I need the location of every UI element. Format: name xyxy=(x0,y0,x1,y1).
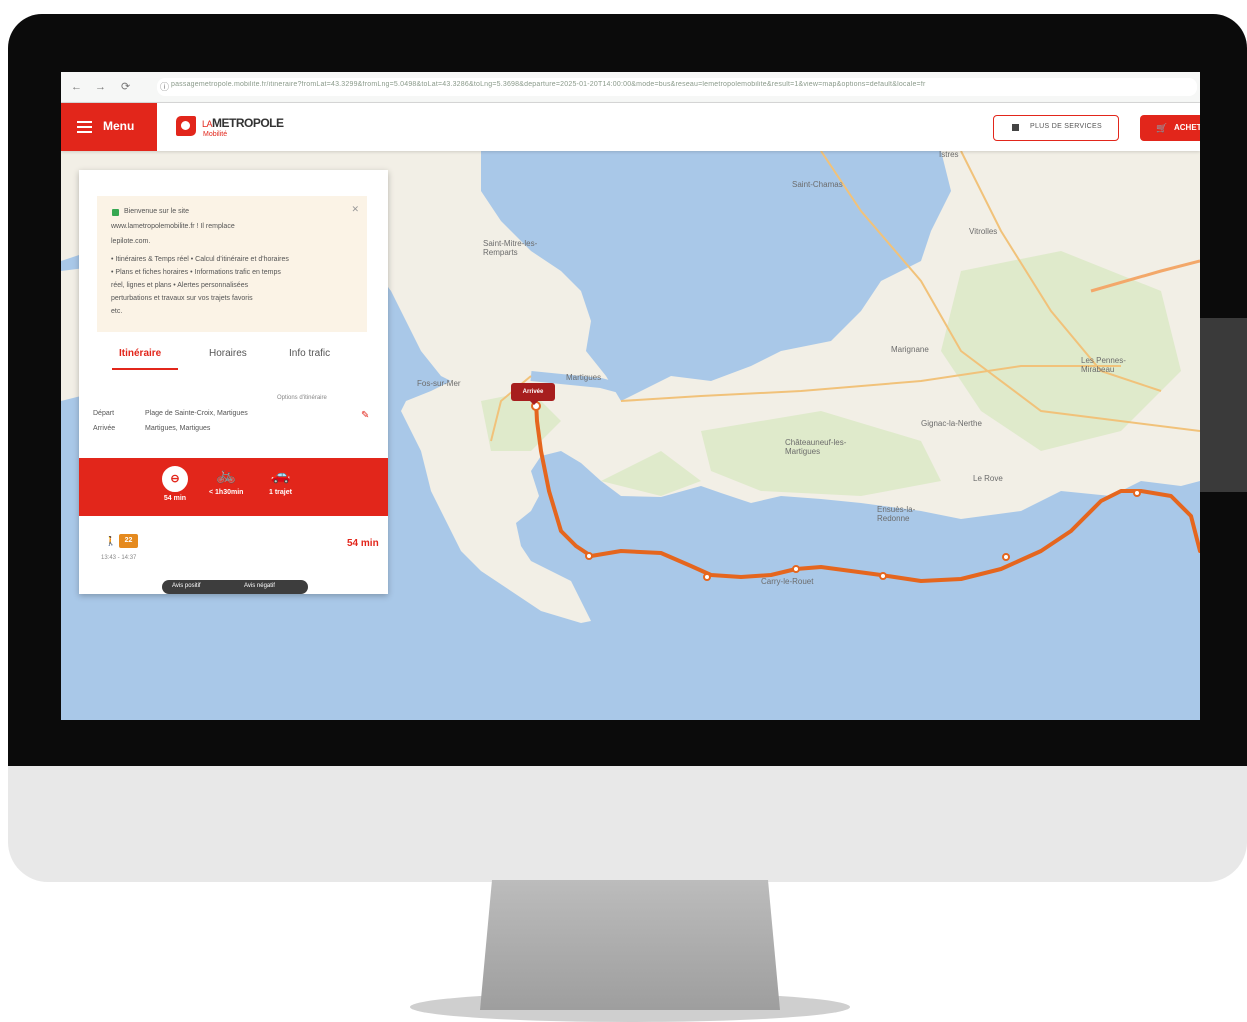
logo-text: LAMETROPOLE xyxy=(202,116,284,130)
map-label: Marignane xyxy=(891,345,929,354)
mode-car[interactable]: 🚗 1 trajet xyxy=(269,466,292,496)
departure-row[interactable]: Départ Plage de Sainte-Croix, Martigues xyxy=(93,410,248,417)
result-duration: 54 min xyxy=(347,538,379,549)
map-label: Fos-sur-Mer xyxy=(417,379,461,388)
logo-mark xyxy=(176,116,196,136)
services-button[interactable]: PLUS DE SERVICES xyxy=(993,115,1119,141)
back-icon[interactable]: ← xyxy=(71,79,82,95)
departure-label: Départ xyxy=(93,410,115,417)
map-label: Châteauneuf-les-Martigues xyxy=(785,438,847,456)
bike-icon: 🚲 xyxy=(216,467,237,484)
departure-value: Plage de Sainte-Croix, Martigues xyxy=(145,410,248,417)
menu-button[interactable]: Menu xyxy=(61,103,157,151)
map-label: Ensuès-la-Redonne xyxy=(877,505,916,523)
background-panel xyxy=(1200,318,1247,492)
negative-feedback-button[interactable]: Avis négatif xyxy=(244,583,275,589)
map-label: Saint-Mitre-les-Remparts xyxy=(483,239,538,257)
panel-tabs: Itinéraire Horaires Info trafic xyxy=(79,348,388,372)
route-stop xyxy=(879,572,887,580)
browser-toolbar: ← → ⟳ ⓘ passagemetropole.mobilite.fr/iti… xyxy=(61,72,1200,103)
map-label: Le Rove xyxy=(973,474,1003,483)
notice-line: www.lametropolemobilite.fr ! Il remplace xyxy=(111,223,235,230)
arrival-value: Martigues, Martigues xyxy=(145,425,211,432)
cart-icon: 🛒 xyxy=(1156,123,1168,133)
close-icon[interactable]: ✕ xyxy=(351,204,359,215)
itinerary-result[interactable]: 🚶 22 13:43 - 14:37 54 min xyxy=(79,528,388,578)
info-icon xyxy=(112,209,119,216)
site-info-icon[interactable]: ⓘ xyxy=(160,79,169,95)
reload-icon[interactable]: ⟳ xyxy=(121,79,130,95)
mode-car-label: 1 trajet xyxy=(269,489,292,496)
menu-label: Menu xyxy=(103,119,135,133)
screen: ← → ⟳ ⓘ passagemetropole.mobilite.fr/iti… xyxy=(61,72,1200,720)
mode-bike[interactable]: 🚲 < 1h30min xyxy=(209,466,243,496)
mode-bus[interactable]: ⊖ 54 min xyxy=(162,466,188,502)
itinerary-options-link[interactable]: Options d'itinéraire xyxy=(277,395,327,401)
notice-line: etc. xyxy=(111,308,123,315)
result-times: 13:43 - 14:37 xyxy=(101,555,137,561)
notice-line: • Itinéraires & Temps réel • Calcul d'it… xyxy=(111,256,289,263)
tab-horaires[interactable]: Horaires xyxy=(209,348,247,359)
url-text: passagemetropole.mobilite.fr/itineraire?… xyxy=(171,81,926,88)
notice-line: • Plans et fiches horaires • Information… xyxy=(111,269,281,276)
active-tab-indicator xyxy=(112,368,178,370)
arrival-label: Arrivée xyxy=(93,425,116,432)
notice-title: Bienvenue sur le site xyxy=(124,208,189,215)
bus-icon: ⊖ xyxy=(162,466,188,492)
walk-icon: 🚶 xyxy=(105,536,117,546)
notice-line: lepilote.com. xyxy=(111,238,151,245)
app-header: Menu LAMETROPOLE Mobilité PLUS DE SERVIC… xyxy=(61,103,1200,151)
grid-icon xyxy=(1012,124,1019,131)
route-stop xyxy=(1002,553,1010,561)
arrival-row[interactable]: Arrivée Martigues, Martigues xyxy=(93,425,210,432)
line-badge: 22 xyxy=(119,534,138,548)
route-stop xyxy=(792,565,800,573)
map-label: Saint-Chamas xyxy=(792,180,843,189)
route-stop xyxy=(703,573,711,581)
transport-mode-bar: ⊖ 54 min 🚲 < 1h30min 🚗 1 trajet xyxy=(79,458,388,516)
address-bar[interactable]: ⓘ passagemetropole.mobilite.fr/itinerair… xyxy=(157,78,1197,96)
mode-bike-label: < 1h30min xyxy=(209,489,244,496)
feedback-pill: Avis positif Avis négatif xyxy=(162,580,308,594)
edit-icon[interactable]: ✎ xyxy=(361,410,369,421)
route-stop xyxy=(1133,489,1141,497)
notice-line: perturbations et travaux sur vos trajets… xyxy=(111,295,253,302)
map-label: Martigues xyxy=(566,373,602,382)
route-stop xyxy=(585,552,593,560)
itinerary-panel: ✕ Bienvenue sur le site www.lametropolem… xyxy=(79,170,388,594)
map-label: Vitrolles xyxy=(969,227,998,236)
forward-icon[interactable]: → xyxy=(95,79,106,95)
buy-button[interactable]: 🛒 ACHETER xyxy=(1140,115,1200,141)
map-label: Les Pennes-Mirabeau xyxy=(1081,356,1126,374)
monitor-stand xyxy=(480,880,780,1010)
map-label: Carry-le-Rouet xyxy=(761,577,814,586)
services-label: PLUS DE SERVICES xyxy=(1030,123,1102,130)
notice-line: réel, lignes et plans • Alertes personna… xyxy=(111,282,249,289)
mode-bus-label: 54 min xyxy=(163,495,187,502)
tab-itineraire[interactable]: Itinéraire xyxy=(119,348,161,359)
positive-feedback-button[interactable]: Avis positif xyxy=(172,583,201,589)
buy-label: ACHETER xyxy=(1174,123,1200,132)
car-icon: 🚗 xyxy=(270,467,291,484)
logo[interactable]: LAMETROPOLE Mobilité xyxy=(176,114,316,142)
welcome-notice: ✕ Bienvenue sur le site www.lametropolem… xyxy=(97,196,367,332)
logo-subtitle: Mobilité xyxy=(203,131,228,138)
arrival-marker[interactable]: Arrivée xyxy=(511,383,555,405)
monitor-chin xyxy=(8,766,1247,882)
map-label: Istres xyxy=(939,150,959,159)
hamburger-icon xyxy=(77,121,92,133)
map-label: Gignac-la-Nerthe xyxy=(921,419,982,428)
tab-info-trafic[interactable]: Info trafic xyxy=(289,348,330,359)
